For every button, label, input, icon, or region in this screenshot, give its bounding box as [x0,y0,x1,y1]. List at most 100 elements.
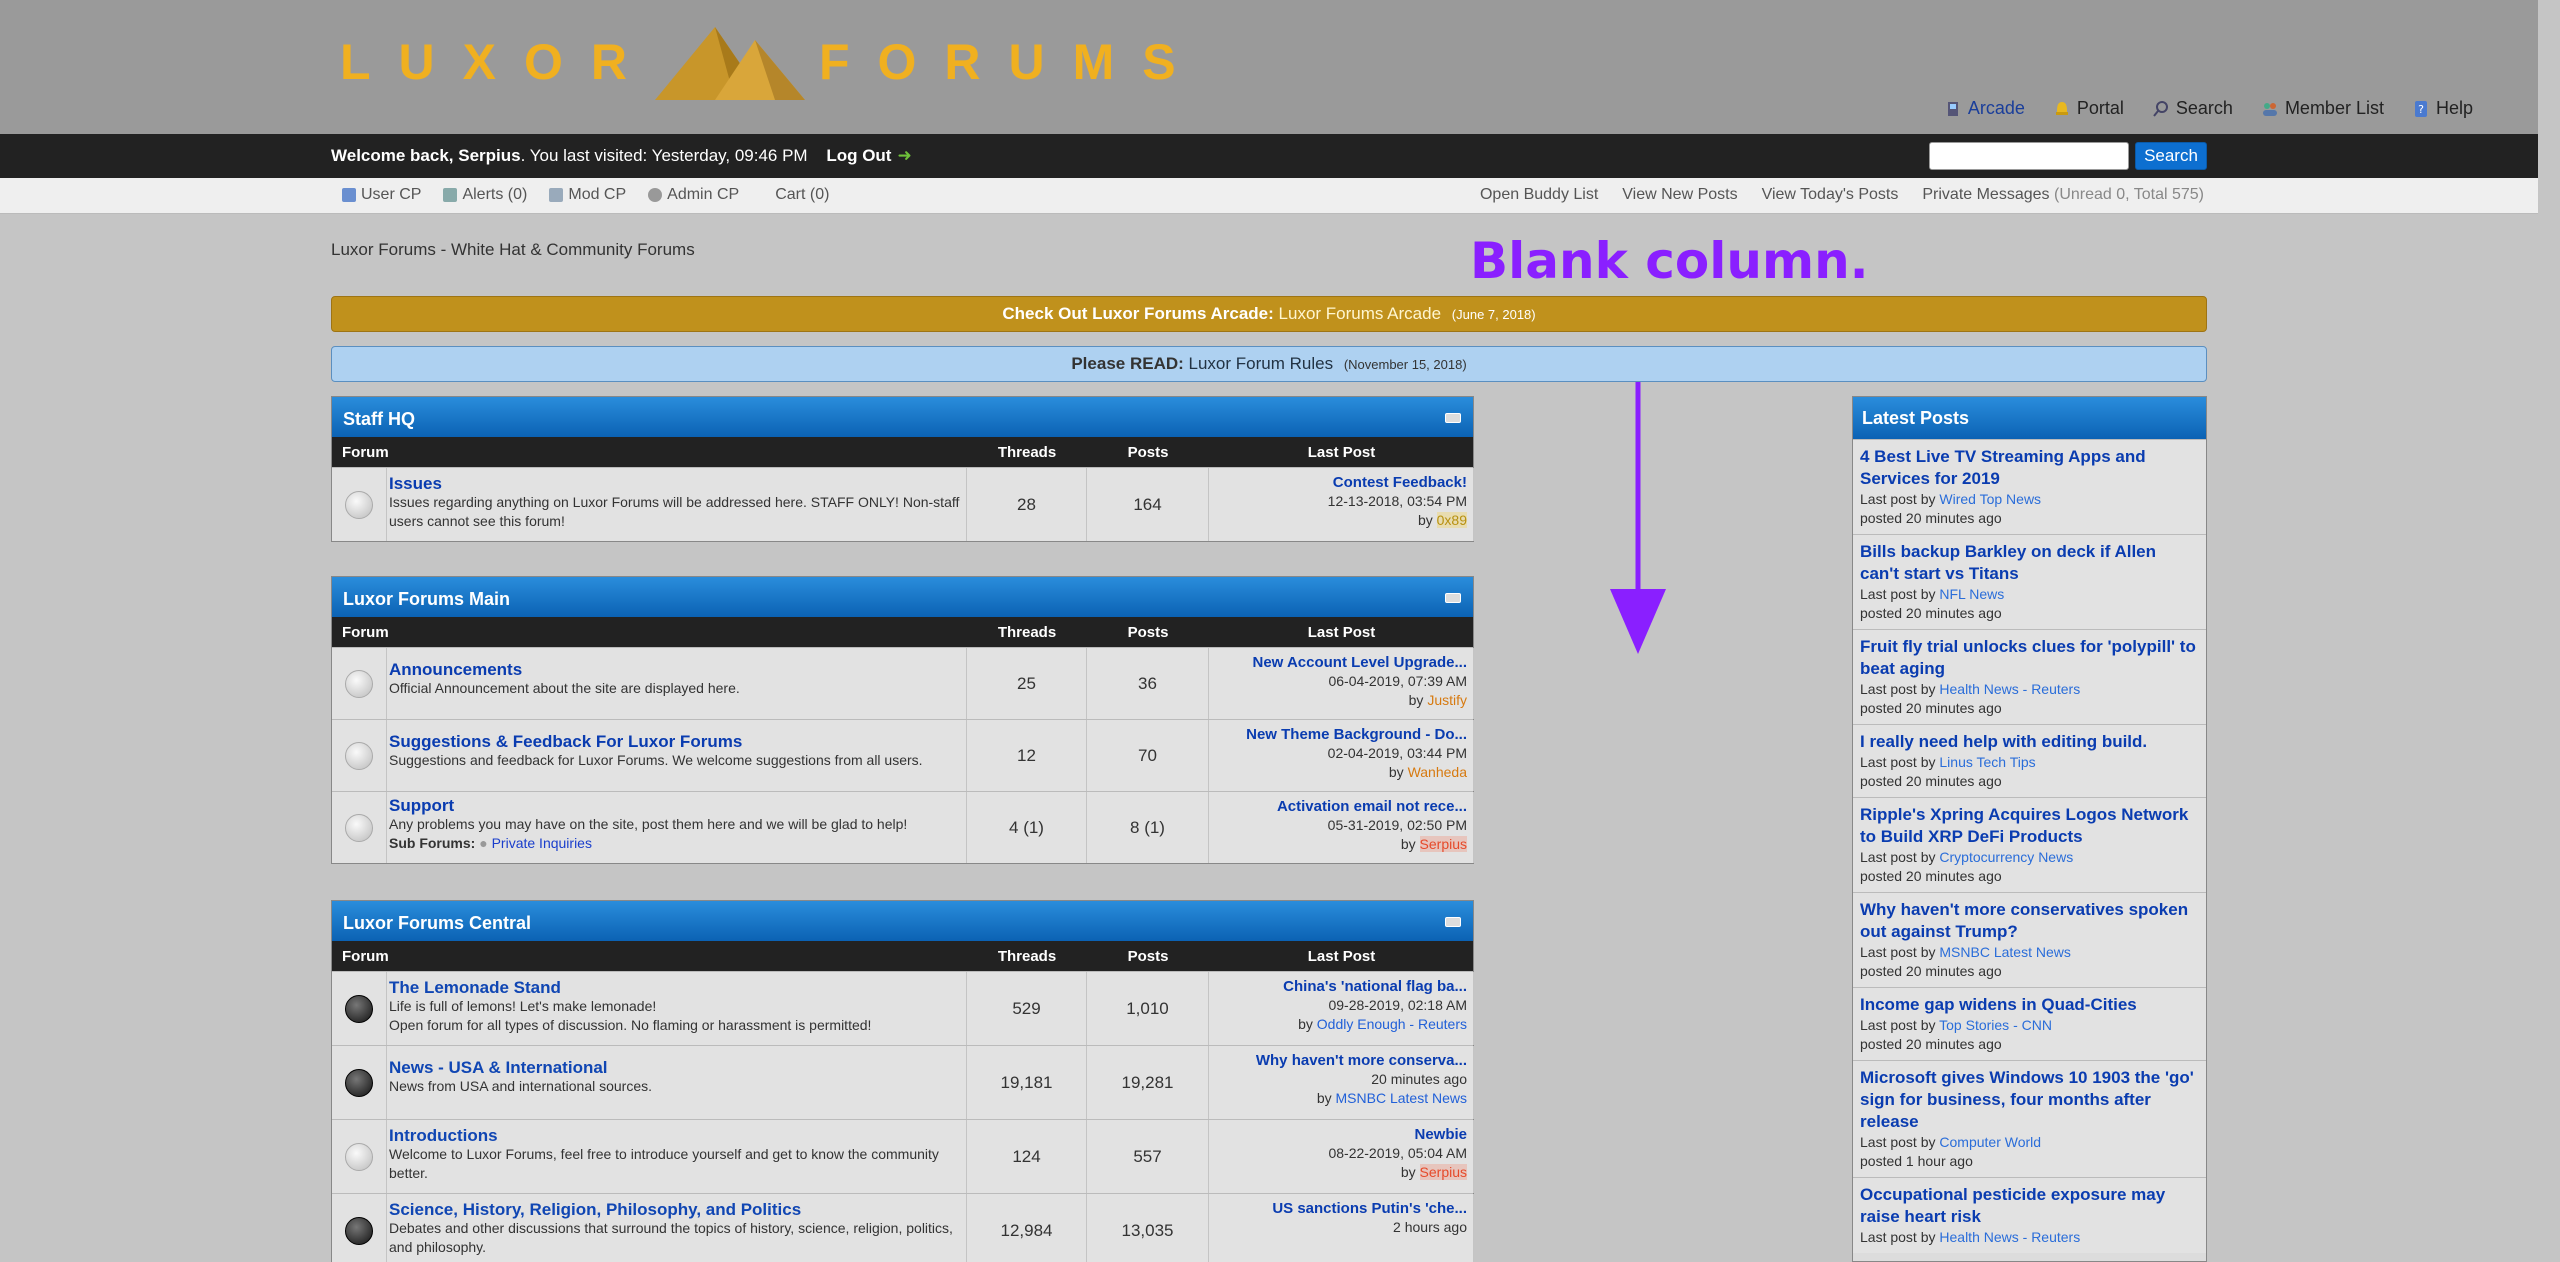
member-list-icon [2262,102,2277,116]
forum-status-icon [345,1216,373,1245]
forum-row: The Lemonade Stand Life is full of lemons… [332,971,1474,1045]
collapse-icon[interactable] [1445,593,1461,603]
last-post-author[interactable]: Wanheda [1408,764,1467,780]
user-cp-icon [342,188,356,202]
forum-link[interactable]: The Lemonade Stand [389,978,964,997]
help-icon: ? [2414,100,2427,117]
latest-post-author[interactable]: Wired Top News [1939,491,2041,507]
latest-post-author[interactable]: Top Stories - CNN [1939,1017,2052,1033]
menu-portal[interactable]: Portal [2053,98,2124,119]
user-cp-link[interactable]: User CP [342,186,421,204]
category-header[interactable]: Luxor Forums Central [332,901,1473,941]
latest-post-item: Why haven't more conservatives spoken ou… [1853,892,2206,987]
user-links: User CP Alerts (0) Mod CP Admin CP Cart … [342,186,829,204]
post-count: 13,035 [1087,1194,1209,1262]
latest-post-author[interactable]: Computer World [1939,1134,2041,1150]
latest-post-link[interactable]: 4 Best Live TV Streaming Apps and Servic… [1860,446,2199,490]
sub-forums: Sub Forums: ● Private Inquiries [389,835,592,851]
search-input[interactable] [1929,142,2129,170]
latest-post-item: Occupational pesticide exposure may rais… [1853,1177,2206,1253]
latest-post-author[interactable]: Linus Tech Tips [1939,754,2035,770]
thread-count: 28 [967,468,1087,541]
logo-text-left: LUXOR [340,34,655,90]
forum-link[interactable]: Science, History, Religion, Philosophy, … [389,1200,964,1219]
column-header: Forum Threads Posts Last Post [332,437,1473,467]
search-button[interactable]: Search [2135,142,2207,170]
latest-post-link[interactable]: Income gap widens in Quad-Cities [1860,994,2199,1016]
site-header: LUXOR FORUMS Arcade Portal Search Member… [0,0,2538,134]
thread-count: 4 (1) [967,792,1087,863]
forum-link[interactable]: Suggestions & Feedback For Luxor Forums [389,732,964,751]
last-post-author[interactable]: 0x89 [1436,512,1467,528]
site-logo[interactable]: LUXOR FORUMS [340,22,1204,102]
latest-post-author[interactable]: Cryptocurrency News [1939,849,2073,865]
category-luxor-forums-central: Luxor Forums Central Forum Threads Posts La… [331,900,1474,1262]
welcome-bar: Welcome back, Serpius. You last visited:… [0,134,2538,178]
menu-arcade[interactable]: Arcade [1944,98,2025,119]
latest-post-link[interactable]: Ripple's Xpring Acquires Logos Network t… [1860,804,2199,848]
private-messages-link[interactable]: Private Messages (Unread 0, Total 575) [1922,186,2204,204]
cart-link[interactable]: Cart (0) [775,186,829,204]
thread-count: 12 [967,720,1087,791]
last-post-author[interactable]: Oddly Enough - Reuters [1317,1016,1467,1032]
last-post-link[interactable]: Activation email not rece... [1277,798,1467,815]
post-count: 557 [1087,1120,1209,1193]
last-post-link[interactable]: New Theme Background - Do... [1246,726,1467,743]
last-post-author[interactable]: Serpius [1419,1164,1467,1180]
latest-post-link[interactable]: I really need help with editing build. [1860,731,2199,753]
view-new-posts-link[interactable]: View New Posts [1622,186,1737,204]
thread-count: 529 [967,972,1087,1045]
view-todays-posts-link[interactable]: View Today's Posts [1762,186,1899,204]
menu-search[interactable]: Search [2152,98,2233,119]
latest-post-author[interactable]: MSNBC Latest News [1939,944,2070,960]
latest-post-author[interactable]: Health News - Reuters [1939,1229,2080,1245]
open-buddy-list-link[interactable]: Open Buddy List [1480,186,1598,204]
menu-help[interactable]: ? Help [2412,98,2473,119]
subforum-link[interactable]: Private Inquiries [492,835,592,851]
latest-post-link[interactable]: Bills backup Barkley on deck if Allen ca… [1860,541,2199,585]
latest-post-item: Bills backup Barkley on deck if Allen ca… [1853,534,2206,629]
category-staff-hq: Staff HQ Forum Threads Posts Last Post Issu… [331,396,1474,542]
last-post-link[interactable]: New Account Level Upgrade... [1253,654,1468,671]
latest-post-link[interactable]: Occupational pesticide exposure may rais… [1860,1184,2199,1228]
admin-cp-link[interactable]: Admin CP [648,186,739,204]
menu-member-list[interactable]: Member List [2261,98,2384,119]
last-post-link[interactable]: Newbie [1414,1126,1467,1143]
logout-link[interactable]: Log Out ➜ [826,146,911,165]
forum-status-icon [345,1142,373,1171]
latest-post-item: Fruit fly trial unlocks clues for 'polyp… [1853,629,2206,724]
last-post-link[interactable]: China's 'national flag ba... [1283,978,1467,995]
forum-status-icon [345,741,373,770]
latest-post-link[interactable]: Why haven't more conservatives spoken ou… [1860,899,2199,943]
collapse-icon[interactable] [1445,413,1461,423]
last-post-link[interactable]: US sanctions Putin's 'che... [1272,1200,1467,1217]
quick-links: Open Buddy List View New Posts View Toda… [1480,186,2204,204]
latest-post-link[interactable]: Microsoft gives Windows 10 1903 the 'go'… [1860,1067,2199,1133]
latest-post-item: Ripple's Xpring Acquires Logos Network t… [1853,797,2206,892]
latest-post-author[interactable]: NFL News [1939,586,2004,602]
last-post-author[interactable]: Justify [1427,692,1467,708]
forum-link[interactable]: Support [389,796,964,815]
latest-post-author[interactable]: Health News - Reuters [1939,681,2080,697]
last-post-link[interactable]: Why haven't more conserva... [1256,1052,1467,1069]
breadcrumb[interactable]: Luxor Forums - White Hat & Community For… [331,240,695,260]
last-post-author[interactable]: Serpius [1419,836,1467,852]
alerts-link[interactable]: Alerts (0) [443,186,527,204]
category-header[interactable]: Staff HQ [332,397,1473,437]
last-post-author[interactable]: MSNBC Latest News [1336,1090,1467,1106]
arcade-announcement-link[interactable]: Luxor Forums Arcade [1279,304,1442,323]
latest-post-link[interactable]: Fruit fly trial unlocks clues for 'polyp… [1860,636,2199,680]
forum-link[interactable]: News - USA & International [389,1058,964,1077]
mod-cp-link[interactable]: Mod CP [549,186,626,204]
forum-link[interactable]: Introductions [389,1126,964,1145]
collapse-icon[interactable] [1445,917,1461,927]
latest-post-item: Income gap widens in Quad-Cities Last pos… [1853,987,2206,1060]
forum-link[interactable]: Issues [389,474,964,493]
last-post: US sanctions Putin's 'che... 2 hours ago [1209,1194,1474,1262]
forum-row: Introductions Welcome to Luxor Forums, fe… [332,1119,1474,1193]
search-icon [2153,100,2168,117]
category-header[interactable]: Luxor Forums Main [332,577,1473,617]
rules-announcement-link[interactable]: Luxor Forum Rules [1189,354,1334,373]
last-post-link[interactable]: Contest Feedback! [1333,474,1467,491]
forum-link[interactable]: Announcements [389,660,964,679]
